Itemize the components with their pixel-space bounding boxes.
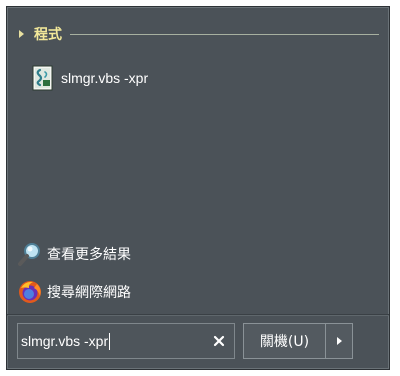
magnifier-icon <box>18 243 40 266</box>
search-input[interactable]: slmgr.vbs -xpr <box>17 323 235 359</box>
chevron-right-icon <box>336 337 342 345</box>
search-web-label: 搜尋網際網路 <box>47 285 131 301</box>
search-web-link[interactable]: 搜尋網際網路 <box>17 279 131 305</box>
bottom-divider-highlight <box>7 315 389 316</box>
shutdown-label: 關機(U) <box>259 334 310 350</box>
see-more-results-link[interactable]: 查看更多結果 <box>17 241 131 267</box>
expand-arrow-icon <box>19 30 24 38</box>
programs-section-header: 程式 <box>17 25 379 43</box>
result-label: slmgr.vbs -xpr <box>61 70 149 86</box>
section-divider <box>70 34 379 35</box>
start-menu-panel: 程式 slmgr.vbs -xpr 查看更多結果 搜尋網際網路 slmgr.vb… <box>6 6 390 370</box>
script-file-icon <box>32 65 53 91</box>
see-more-label: 查看更多結果 <box>47 247 131 263</box>
search-result-item[interactable]: slmgr.vbs -xpr <box>31 62 154 94</box>
text-caret <box>109 332 111 350</box>
section-title: 程式 <box>34 27 62 43</box>
shutdown-button[interactable]: 關機(U) <box>243 323 326 359</box>
search-input-value: slmgr.vbs -xpr <box>21 333 109 349</box>
firefox-icon <box>19 281 41 303</box>
shutdown-options-button[interactable] <box>325 323 353 359</box>
clear-search-icon[interactable] <box>212 334 226 348</box>
